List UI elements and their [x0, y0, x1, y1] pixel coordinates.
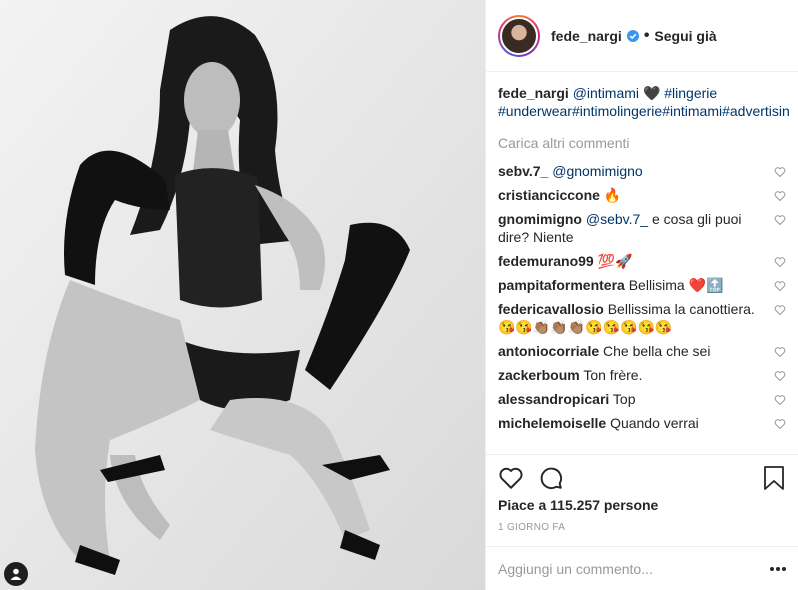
comments-list: fede_nargi @intimami 🖤 #lingerie #underw… — [498, 84, 790, 454]
comment-item: pampitaformentera Bellisima ❤️🔝 — [498, 276, 790, 294]
avatar-image — [500, 16, 538, 55]
add-comment-input[interactable] — [498, 560, 769, 577]
caption-emoji: 🖤 — [642, 85, 661, 101]
comment-item: zackerboum Ton frère. — [498, 366, 790, 384]
comment-username[interactable]: michelemoiselle — [498, 415, 606, 431]
comment-mention[interactable]: @gnomimigno — [552, 163, 642, 179]
add-comment-bar — [486, 546, 798, 590]
heart-icon[interactable] — [774, 346, 786, 358]
heart-icon[interactable] — [774, 166, 786, 178]
comment-item: alessandropicari Top — [498, 390, 790, 408]
header-username[interactable]: fede_nargi — [551, 28, 622, 44]
heart-icon[interactable] — [774, 190, 786, 202]
post-header: fede_nargi • Segui già — [486, 0, 798, 72]
comment-username[interactable]: zackerboum — [498, 367, 580, 383]
user-tag-icon[interactable] — [4, 562, 28, 586]
post-date: 1 GIORNO FA — [498, 522, 566, 533]
comment-text: 🔥 — [603, 187, 622, 203]
comment-mention[interactable]: @sebv.7_ — [586, 211, 648, 227]
comment-username[interactable]: gnomimigno — [498, 211, 582, 227]
comment-item: fedemurano99 💯🚀 — [498, 252, 790, 270]
heart-icon[interactable] — [774, 394, 786, 406]
heart-icon[interactable] — [774, 304, 786, 316]
comment-username[interactable]: sebv.7_ — [498, 163, 548, 179]
comment-item: antoniocorriale Che bella che sei — [498, 342, 790, 360]
action-bar — [486, 454, 798, 502]
comment-username[interactable]: fedemurano99 — [498, 253, 594, 269]
comment-item: federicavallosio Bellissima la canottier… — [498, 300, 790, 336]
comment-item: gnomimigno @sebv.7_ e cosa gli puoi dire… — [498, 210, 790, 246]
load-more-comments-button[interactable]: Carica altri commenti — [498, 134, 790, 152]
likes-count[interactable]: Piace a 115.257 persone — [498, 497, 658, 513]
more-options-icon[interactable] — [769, 566, 787, 572]
comment-text: Bellisima ❤️🔝 — [628, 277, 724, 293]
heart-icon[interactable] — [774, 214, 786, 226]
caption-username[interactable]: fede_nargi — [498, 85, 569, 101]
comment-item: sebv.7_ @gnomimigno — [498, 162, 790, 180]
comment-text: Ton frère. — [583, 367, 643, 383]
like-heart-icon[interactable] — [498, 465, 524, 491]
comment-username[interactable]: federicavallosio — [498, 301, 604, 317]
comment-text: 💯🚀 — [597, 253, 633, 269]
comment-text: Che bella che sei — [603, 343, 711, 359]
caption-mention[interactable]: @intimami — [573, 85, 639, 101]
bookmark-icon[interactable] — [763, 465, 785, 491]
post-photo[interactable] — [0, 0, 485, 590]
heart-icon[interactable] — [774, 256, 786, 268]
caption: fede_nargi @intimami 🖤 #lingerie #underw… — [498, 84, 790, 120]
comment-bubble-icon[interactable] — [538, 465, 564, 491]
comment-text: Top — [612, 391, 636, 407]
avatar[interactable] — [498, 14, 540, 57]
separator-dot: • — [643, 26, 650, 44]
photo-illustration — [0, 0, 485, 590]
heart-icon[interactable] — [774, 370, 786, 382]
verified-badge-icon — [626, 29, 639, 42]
comment-text: Quando verrai — [610, 415, 699, 431]
comment-username[interactable]: alessandropicari — [498, 391, 609, 407]
post-side-panel: fede_nargi • Segui già fede_nargi @intim… — [485, 0, 798, 590]
comment-item: cristianciccone 🔥 — [498, 186, 790, 204]
comment-username[interactable]: pampitaformentera — [498, 277, 625, 293]
follow-status-button[interactable]: Segui già — [654, 28, 716, 44]
comment-item: michelemoiselle Quando verrai — [498, 414, 790, 432]
heart-icon[interactable] — [774, 280, 786, 292]
comment-username[interactable]: cristianciccone — [498, 187, 600, 203]
comment-username[interactable]: antoniocorriale — [498, 343, 599, 359]
heart-icon[interactable] — [774, 418, 786, 430]
